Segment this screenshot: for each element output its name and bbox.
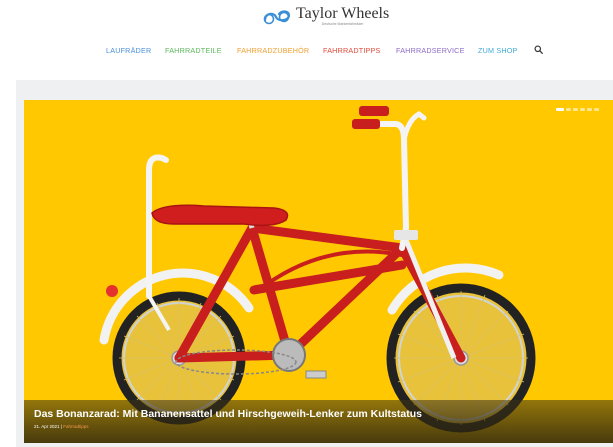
- nav-item-fahrradtipps[interactable]: FAHRRADTIPPS: [323, 46, 381, 55]
- post-date: 21. Apr 2021: [34, 424, 60, 429]
- main-navigation: LAUFRÄDER FAHRRADTEILE FAHRRADZUBEHÖR FA…: [0, 46, 613, 58]
- site-title: Taylor Wheels: [296, 5, 390, 22]
- nav-item-fahrradteile[interactable]: FAHRRADTEILE: [165, 46, 222, 55]
- bicycle-logo-icon: [263, 10, 291, 25]
- meta-separator: |: [60, 424, 62, 429]
- post-caption: Das Bonanzarad: Mit Bananensattel und Hi…: [24, 400, 613, 443]
- nav-item-zum-shop[interactable]: ZUM SHOP: [478, 46, 518, 55]
- slider-dot[interactable]: [573, 108, 578, 111]
- post-title-link[interactable]: Das Bonanzarad: Mit Bananensattel und Hi…: [34, 408, 422, 420]
- slider-pagination: [556, 108, 599, 111]
- slider-dot[interactable]: [556, 108, 564, 111]
- post-category-link[interactable]: Fahrradtipps: [63, 424, 88, 429]
- slider-dot[interactable]: [594, 108, 599, 111]
- site-tagline: Deutsche Markenfahrräder: [321, 22, 364, 26]
- slider-dot[interactable]: [587, 108, 592, 111]
- site-logo[interactable]: Taylor Wheels Deutsche Markenfahrräder: [262, 6, 389, 27]
- slider-dot[interactable]: [566, 108, 571, 111]
- site-header: Taylor Wheels Deutsche Markenfahrräder L…: [0, 0, 613, 80]
- rear-wheel: [99, 268, 254, 425]
- bonanza-bike-illustration: [99, 106, 536, 433]
- post-meta: 21. Apr 2021 | Fahrradtipps: [34, 424, 89, 429]
- nav-item-fahrradservice[interactable]: FAHRRADSERVICE: [396, 46, 465, 55]
- search-icon[interactable]: [534, 45, 543, 54]
- featured-post-slider[interactable]: Das Bonanzarad: Mit Bananensattel und Hi…: [24, 100, 613, 443]
- nav-item-laufraeder[interactable]: LAUFRÄDER: [106, 46, 151, 55]
- nav-item-fahrradzubehoer[interactable]: FAHRRADZUBEHÖR: [237, 46, 309, 55]
- slider-dot[interactable]: [580, 108, 585, 111]
